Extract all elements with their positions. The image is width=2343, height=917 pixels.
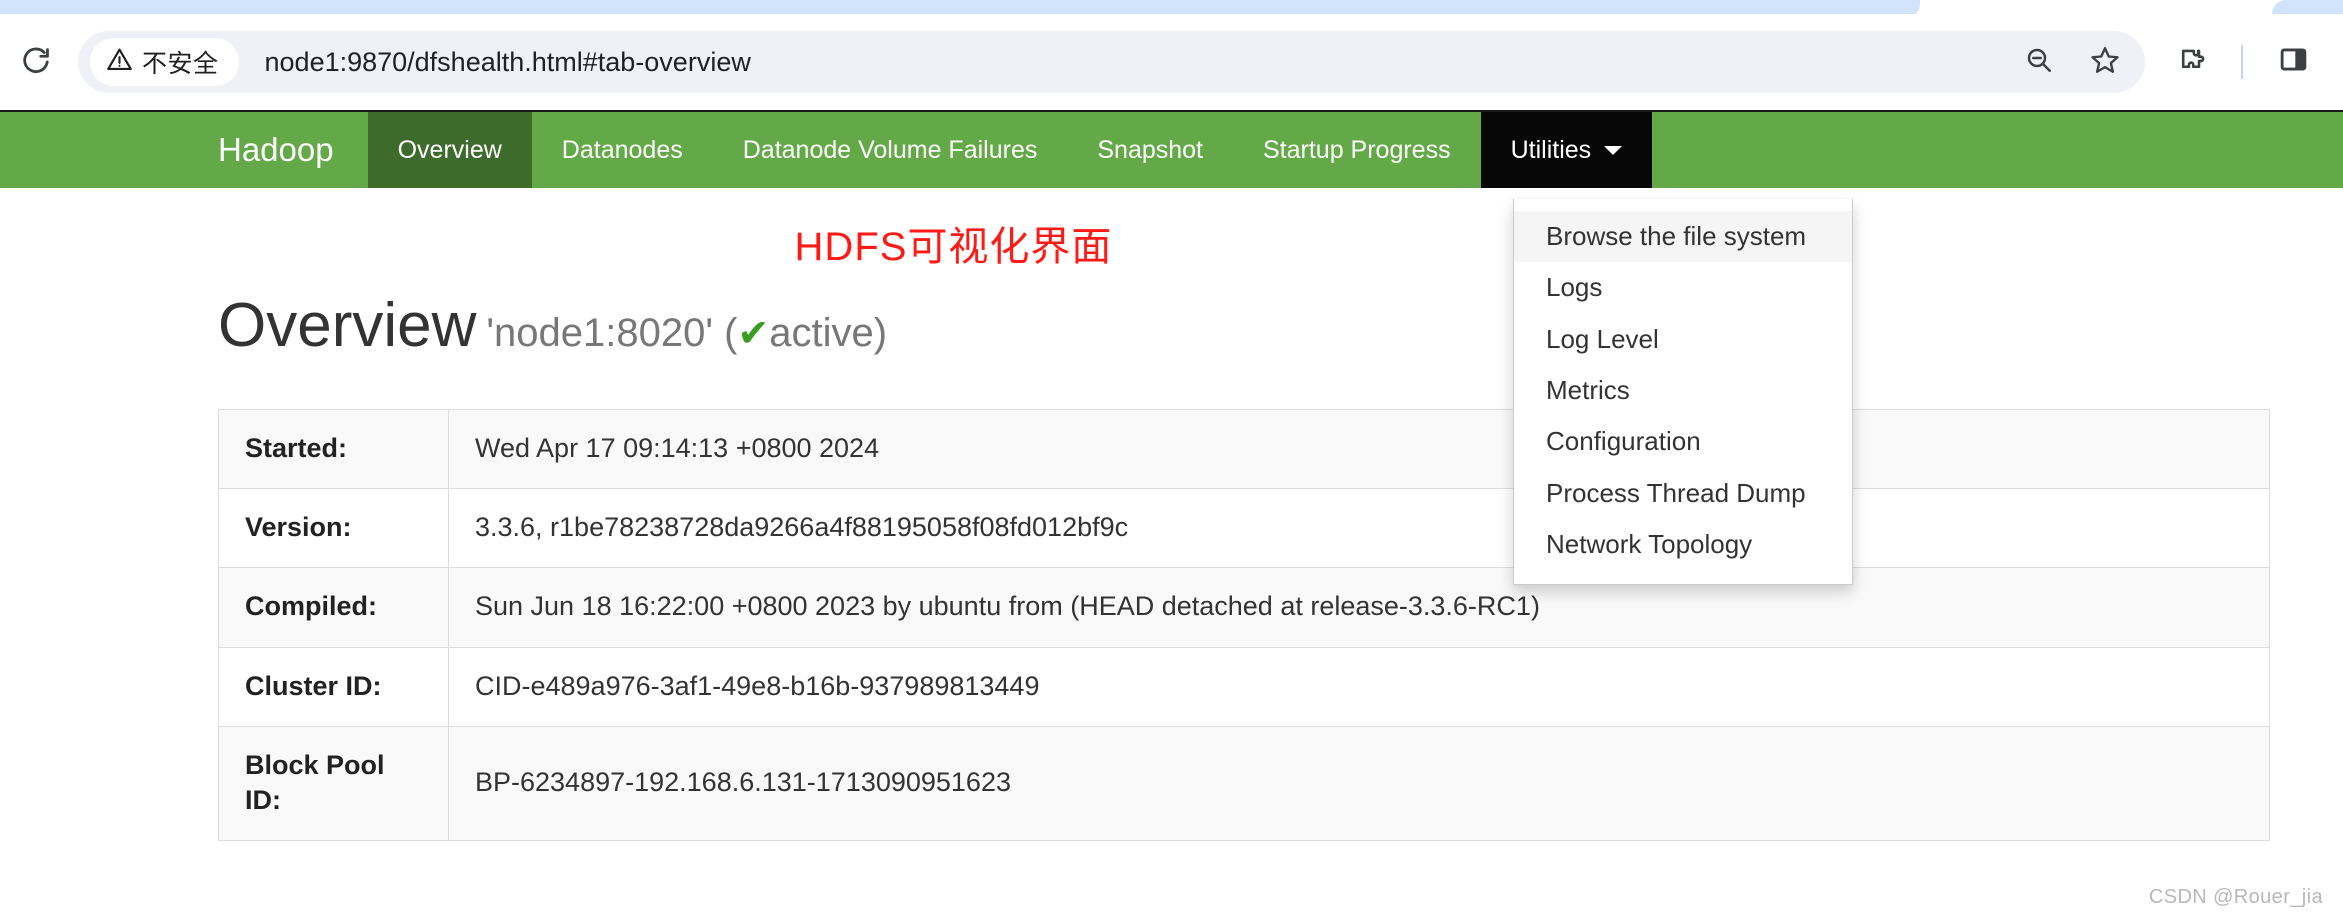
nav-item-startup-progress[interactable]: Startup Progress [1233, 112, 1481, 188]
dropdown-item-logs[interactable]: Logs [1514, 262, 1852, 313]
table-cell-value: Wed Apr 17 09:14:13 +0800 2024 [448, 409, 2270, 490]
security-badge[interactable]: 不安全 [90, 38, 239, 86]
bookmark-button[interactable] [2079, 36, 2131, 88]
summary-heading: Summary [218, 909, 2269, 917]
warning-triangle-icon [106, 46, 133, 78]
navbar-brand[interactable]: Hadoop [0, 112, 368, 188]
annotation-title: HDFS可视化界面 [794, 225, 1113, 269]
dropdown-item-log-level[interactable]: Log Level [1514, 314, 1852, 365]
table-row: Compiled: Sun Jun 18 16:22:00 +0800 2023… [218, 567, 2270, 648]
table-cell-key: Compiled: [218, 567, 449, 648]
zoom-out-icon [2024, 45, 2054, 80]
reload-button[interactable] [8, 34, 64, 90]
nav-item-utilities[interactable]: Utilities [1480, 112, 1653, 188]
nav-item-label: Datanodes [561, 135, 683, 164]
browser-tab-active[interactable] [0, 0, 1920, 14]
browser-chrome: 不安全 node1:9870/dfshealth.html#tab-overvi… [0, 0, 2343, 110]
hadoop-navbar: Hadoop Overview Datanodes Datanode Volum… [0, 110, 2343, 188]
toolbar-divider [2241, 45, 2243, 79]
nav-item-overview[interactable]: Overview [367, 112, 532, 188]
watermark: CSDN @Rouer_jia [2148, 886, 2323, 908]
table-cell-key: Started: [218, 409, 449, 490]
namenode-address: 'node1:8020' [486, 311, 713, 355]
table-cell-key: Block Pool ID: [218, 725, 449, 841]
status-close-paren: ) [873, 311, 888, 355]
table-row: Started: Wed Apr 17 09:14:13 +0800 2024 [218, 409, 2270, 490]
extensions-puzzle-icon [2176, 44, 2207, 80]
reload-icon [20, 44, 52, 81]
dropdown-item-metrics[interactable]: Metrics [1514, 365, 1852, 416]
bookmark-star-icon [2090, 45, 2120, 80]
page-title: Overview'node1:8020' (✔active) [218, 290, 2269, 361]
dropdown-item-network-topology[interactable]: Network Topology [1514, 519, 1852, 570]
status-open-paren: ( [724, 311, 738, 355]
status-text: active [769, 311, 874, 355]
tab-strip [0, 0, 2343, 14]
check-icon: ✔ [737, 313, 770, 355]
nav-item-datanodes[interactable]: Datanodes [532, 112, 713, 188]
omnibox-actions [2013, 36, 2131, 88]
table-row: Block Pool ID: BP-6234897-192.168.6.131-… [218, 725, 2270, 841]
toolbar-right [2145, 34, 2343, 90]
security-badge-label: 不安全 [142, 50, 219, 78]
dropdown-item-configuration[interactable]: Configuration [1514, 416, 1852, 467]
table-row: Cluster ID: CID-e489a976-3af1-49e8-b16b-… [218, 646, 2270, 727]
chevron-down-icon [1604, 145, 1623, 155]
table-cell-key: Cluster ID: [218, 646, 449, 727]
status-badge: (✔active) [724, 311, 887, 355]
page-subtitle: 'node1:8020' (✔active) [486, 311, 887, 355]
table-cell-value: BP-6234897-192.168.6.131-1713090951623 [448, 725, 2270, 841]
page-title-text: Overview [218, 291, 477, 360]
nav-item-label: Snapshot [1097, 135, 1203, 164]
nav-item-label: Utilities [1510, 135, 1592, 164]
table-cell-value: 3.3.6, r1be78238728da9266a4f88195058f08f… [448, 488, 2270, 569]
page-content: HDFS可视化界面 Overview'node1:8020' (✔active)… [0, 188, 2343, 917]
nav-item-label: Datanode Volume Failures [742, 135, 1038, 164]
extensions-button[interactable] [2163, 34, 2219, 90]
browser-toolbar: 不安全 node1:9870/dfshealth.html#tab-overvi… [0, 14, 2343, 110]
zoom-out-button[interactable] [2013, 36, 2065, 88]
address-bar[interactable]: 不安全 node1:9870/dfshealth.html#tab-overvi… [78, 31, 2145, 93]
table-row: Version: 3.3.6, r1be78238728da9266a4f881… [218, 488, 2270, 569]
table-cell-key: Version: [218, 488, 449, 569]
cluster-info-table: Started: Wed Apr 17 09:14:13 +0800 2024 … [218, 409, 2270, 841]
nav-item-snapshot[interactable]: Snapshot [1067, 112, 1233, 188]
table-cell-value: CID-e489a976-3af1-49e8-b16b-937989813449 [448, 646, 2270, 727]
utilities-dropdown-menu: Browse the file system Logs Log Level Me… [1513, 199, 1853, 586]
dropdown-item-process-thread-dump[interactable]: Process Thread Dump [1514, 468, 1852, 519]
url-text[interactable]: node1:9870/dfshealth.html#tab-overview [265, 47, 2013, 78]
nav-item-label: Overview [397, 135, 502, 164]
table-cell-value: Sun Jun 18 16:22:00 +0800 2023 by ubuntu… [448, 567, 2270, 648]
dropdown-item-browse-the-file-system[interactable]: Browse the file system [1514, 211, 1852, 263]
nav-item-label: Startup Progress [1263, 135, 1451, 164]
side-panel-icon [2278, 44, 2309, 80]
browser-tab-next[interactable] [2272, 0, 2343, 14]
side-panel-button[interactable] [2265, 34, 2321, 90]
nav-item-datanode-volume-failures[interactable]: Datanode Volume Failures [713, 112, 1068, 188]
